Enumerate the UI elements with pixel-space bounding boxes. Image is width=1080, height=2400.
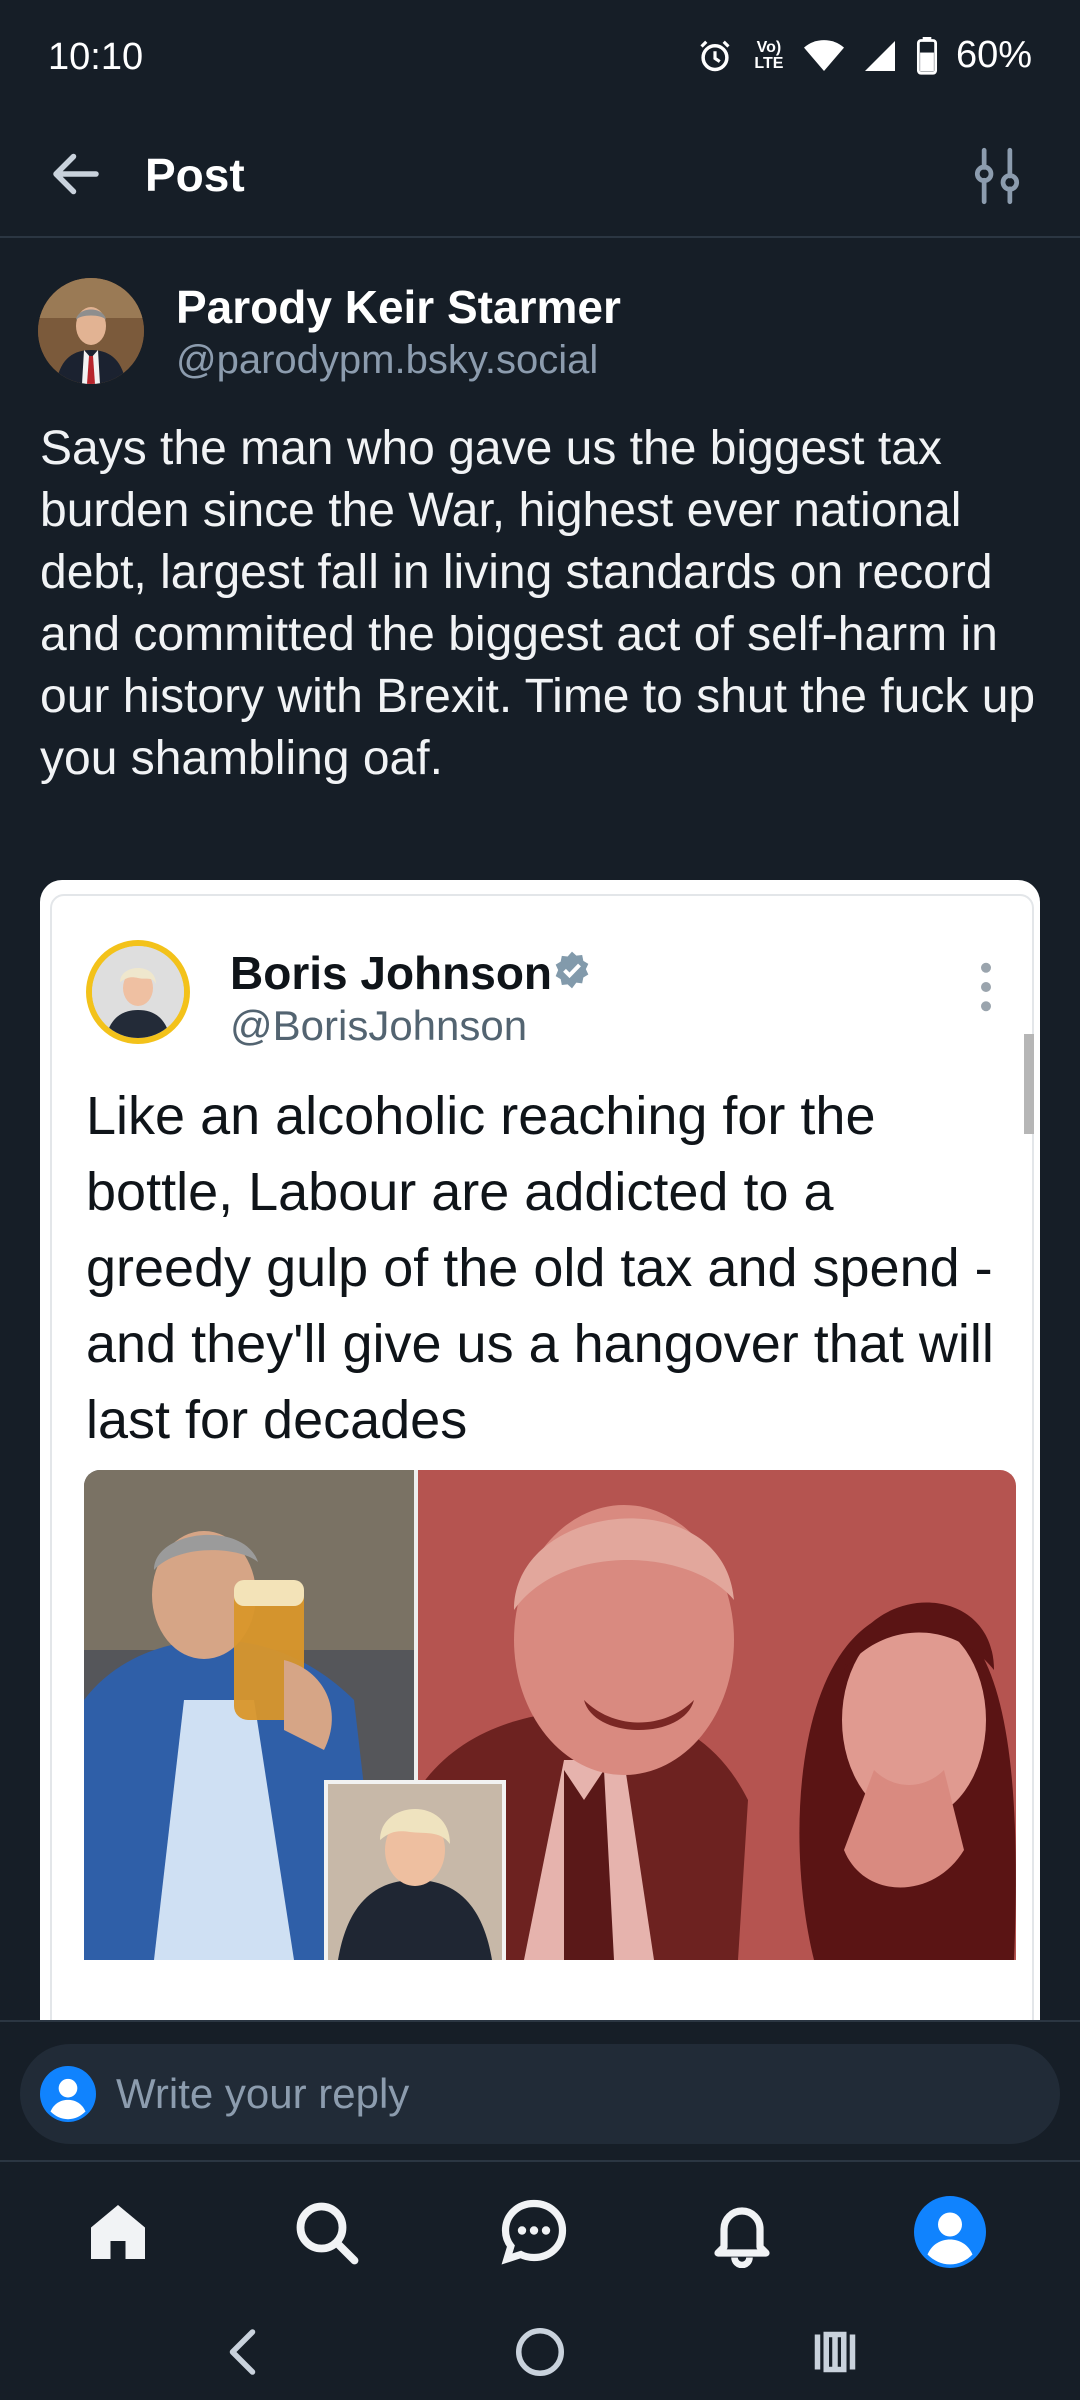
profile-tab-icon[interactable] [914,2196,986,2268]
author-handle[interactable]: @parodypm.bsky.social [176,338,598,383]
page-title: Post [145,149,245,201]
system-home-icon[interactable] [510,2322,570,2382]
status-time: 10:10 [48,36,144,78]
alarm-icon [700,40,730,71]
verified-badge-icon [555,951,589,989]
chat-icon[interactable] [498,2196,570,2268]
top-bar: Post [0,112,1080,238]
bell-icon[interactable] [706,2196,778,2268]
author-avatar[interactable] [38,278,144,384]
search-icon[interactable] [290,2196,362,2268]
system-back-icon[interactable] [215,2322,275,2382]
reply-placeholder: Write your reply [116,2070,410,2117]
bottom-tab-bar [0,2160,1080,2302]
system-recents-icon[interactable] [805,2322,865,2382]
embedded-handle: @BorisJohnson [230,1002,528,1049]
embedded-scrollbar [1024,1034,1034,1134]
status-bar: 10:10 Vo) LTE 60% [0,0,1080,110]
home-icon[interactable] [82,2196,154,2268]
embedded-tweet-text: Like an alcoholic reaching for the bottl… [86,1086,994,1450]
reply-area: Write your reply [0,2020,1080,2162]
status-icons: Vo) LTE 60% [696,34,1032,77]
embedded-tweet-screenshot: Boris Johnson @BorisJohnson Like an alco… [50,894,1034,2020]
author-name[interactable]: Parody Keir Starmer [176,280,621,334]
post-image[interactable]: Boris Johnson @BorisJohnson Like an alco… [40,880,1040,2020]
more-options-icon [981,962,991,1012]
battery-icon [916,36,937,75]
volte-indicator: Vo) LTE [754,38,784,72]
wifi-icon [803,39,844,71]
filter-icon[interactable] [970,146,1024,206]
profile-icon [40,2066,96,2122]
reply-input[interactable]: Write your reply [20,2044,1060,2144]
embedded-avatar [86,940,190,1044]
system-navigation [0,2300,1080,2400]
arrow-left-icon[interactable] [46,144,106,204]
embedded-photo [84,1470,1016,1960]
embedded-name: Boris Johnson [230,947,553,999]
post-text: Says the man who gave us the biggest tax… [40,422,1036,785]
signal-icon [864,40,895,71]
battery-percent: 60% [955,34,1032,76]
